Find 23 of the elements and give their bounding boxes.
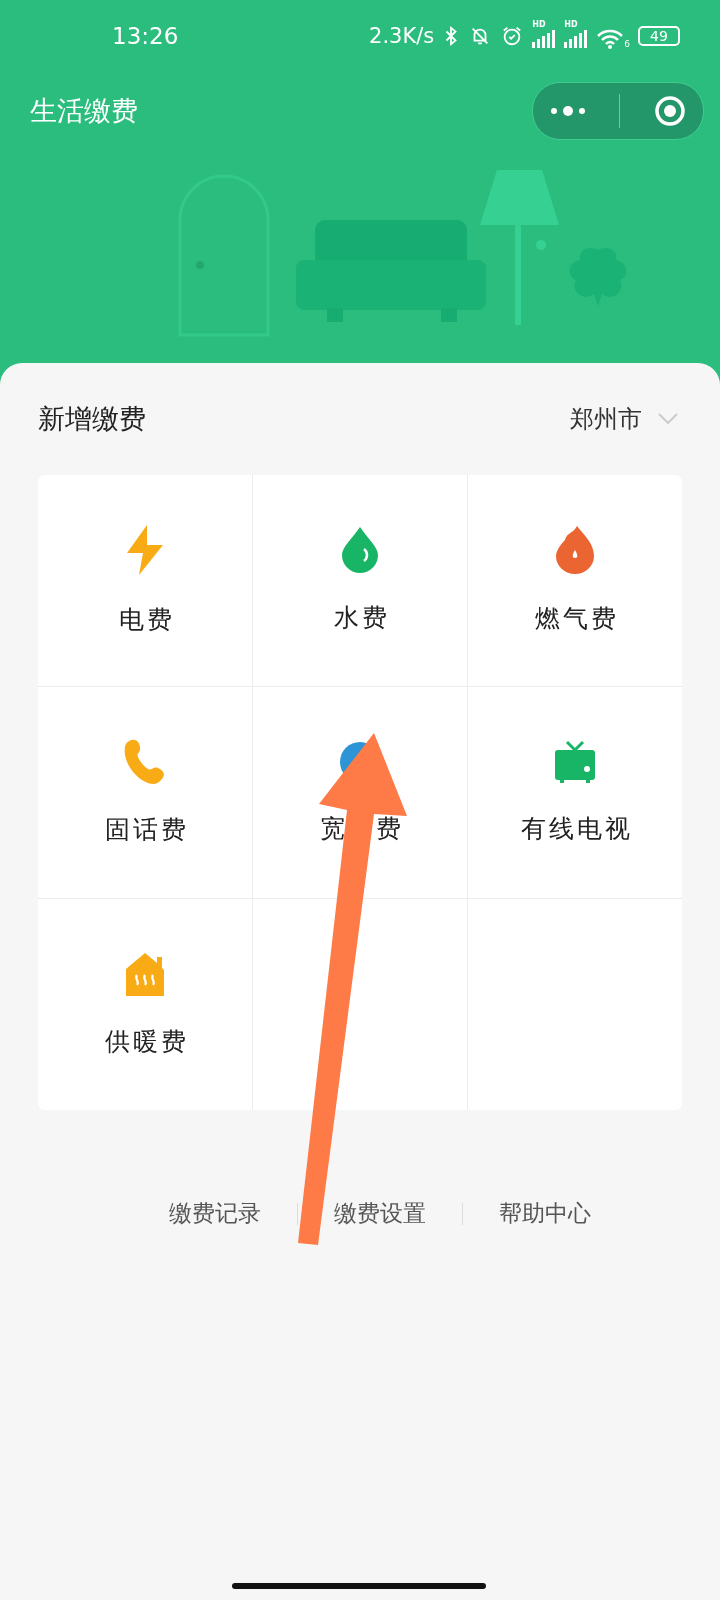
more-icon[interactable] [549, 105, 586, 117]
service-item[interactable]: 水费 [253, 475, 467, 686]
page-title: 生活缴费 [30, 94, 138, 128]
service-item[interactable]: 供暖费 [38, 899, 252, 1110]
water-drop-icon [340, 527, 380, 573]
footer-link[interactable]: 缴费设置 [334, 1198, 426, 1229]
phone-icon [123, 739, 167, 785]
service-item[interactable]: 电费 [38, 475, 252, 686]
service-item[interactable]: 固话费 [38, 687, 252, 898]
service-item[interactable]: 有线电视 [468, 687, 682, 898]
battery-icon: 49 [638, 26, 680, 46]
section-title: 新增缴费 [38, 402, 146, 436]
chevron-down-icon [658, 413, 678, 425]
footer-link[interactable]: 缴费记录 [169, 1198, 261, 1229]
network-speed: 2.3K/s [369, 24, 435, 48]
footer-link[interactable]: 帮助中心 [499, 1198, 591, 1229]
heating-house-icon [124, 951, 166, 997]
close-target-icon[interactable] [654, 95, 687, 127]
flame-icon [555, 526, 595, 574]
status-time: 13:26 [112, 23, 179, 49]
tv-icon [553, 740, 597, 784]
city-selector[interactable]: 郑州市 [570, 403, 682, 435]
service-item[interactable]: 燃气费 [468, 475, 682, 686]
